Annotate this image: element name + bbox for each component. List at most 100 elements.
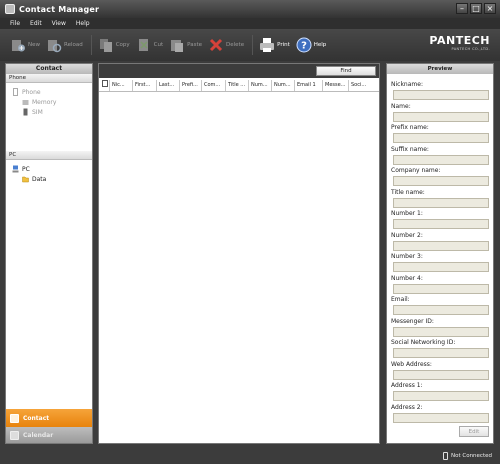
- close-icon[interactable]: ×: [484, 3, 496, 14]
- copy-icon: [99, 39, 112, 52]
- column-header-nickname[interactable]: Nic...: [110, 79, 133, 91]
- contact-nav-button[interactable]: Contact: [6, 409, 92, 427]
- title-bar: Contact Manager – □ ×: [0, 0, 500, 18]
- company-name-field: [393, 176, 489, 186]
- contact-table-header: Nic... First... Last... Prefi... Com... …: [99, 79, 379, 92]
- column-header-social[interactable]: Soci...: [349, 80, 374, 91]
- preview-field-social: Social Networking ID:: [391, 338, 489, 360]
- reload-button[interactable]: Reload: [46, 34, 83, 56]
- paste-button[interactable]: Paste: [169, 34, 202, 56]
- brand-logo: PANTECH PANTECH CO.,LTD.: [429, 34, 490, 51]
- maximize-icon[interactable]: □: [470, 3, 482, 14]
- preview-field-company: Company name:: [391, 166, 489, 188]
- brand-subtitle: PANTECH CO.,LTD.: [451, 47, 490, 51]
- contact-book-icon: [10, 413, 19, 423]
- number-4-field: [393, 283, 489, 294]
- toolbar: New Reload Copy Cut Paste Delete Print ?…: [0, 29, 500, 61]
- number-2-field: [393, 240, 489, 251]
- app-icon: [5, 4, 15, 14]
- computer-icon: [12, 165, 19, 173]
- preview-field-number-4: Number 4:: [391, 274, 489, 296]
- column-header-number-2[interactable]: Num...: [272, 79, 295, 91]
- paste-icon: [171, 40, 184, 52]
- window-title: Contact Manager: [19, 4, 100, 14]
- tree-item-memory[interactable]: Memory: [12, 97, 92, 107]
- preview-field-address-1: Address 1:: [391, 381, 489, 403]
- column-header-number-1[interactable]: Num...: [249, 79, 272, 91]
- cut-icon: [138, 39, 148, 51]
- preview-field-address-2: Address 2:: [391, 403, 489, 425]
- preview-field-nickname: Nickname:: [391, 80, 489, 102]
- preview-fields: Nickname: Name: Prefix name: Suffix name…: [387, 74, 493, 424]
- phone-tree: Phone Memory SIM: [6, 83, 92, 151]
- column-header-prefix[interactable]: Prefi...: [180, 79, 202, 91]
- email-field: [393, 305, 489, 315]
- menu-help[interactable]: Help: [76, 20, 90, 27]
- help-icon: ?: [296, 37, 312, 53]
- minimize-icon[interactable]: –: [456, 3, 468, 14]
- calendar-icon: [10, 430, 19, 440]
- print-button[interactable]: Print: [259, 34, 290, 56]
- connection-status: Not Connected: [442, 452, 492, 460]
- help-button[interactable]: ? Help: [296, 34, 326, 56]
- name-field: [393, 111, 489, 122]
- preview-field-prefix: Prefix name:: [391, 123, 489, 145]
- toolbar-separator: [90, 35, 92, 55]
- preview-field-name: Name:: [391, 102, 489, 124]
- memory-icon: [22, 100, 29, 105]
- column-header-email-1[interactable]: Email 1: [295, 79, 323, 91]
- messenger-id-field: [393, 326, 489, 337]
- menu-file[interactable]: File: [10, 20, 20, 27]
- menu-view[interactable]: View: [52, 20, 66, 27]
- delete-button[interactable]: Delete: [208, 34, 244, 56]
- phone-connection-icon: [442, 452, 448, 460]
- svg-text:?: ?: [301, 41, 307, 52]
- new-button[interactable]: New: [10, 34, 40, 56]
- edit-button[interactable]: Edit: [459, 426, 489, 437]
- tree-item-data[interactable]: Data: [12, 174, 92, 184]
- cut-button[interactable]: Cut: [136, 34, 163, 56]
- document-icon: [102, 79, 108, 87]
- column-header-last-name[interactable]: Last...: [157, 79, 180, 91]
- tree-item-phone[interactable]: Phone: [12, 87, 92, 97]
- find-bar: Find: [99, 64, 379, 78]
- preview-field-title: Title name:: [391, 188, 489, 210]
- menu-bar: File Edit View Help: [0, 18, 500, 29]
- preview-field-number-2: Number 2:: [391, 231, 489, 253]
- sim-card-icon: [23, 108, 28, 116]
- contact-table-body[interactable]: [99, 92, 379, 432]
- phone-icon: [13, 88, 18, 96]
- address-2-field: [393, 412, 489, 423]
- column-header-messenger[interactable]: Messe...: [323, 79, 349, 91]
- column-header-company[interactable]: Com...: [202, 79, 226, 91]
- reload-icon: [48, 40, 62, 53]
- pc-tree: PC Data: [6, 160, 92, 184]
- contact-list-panel: Find Nic... First... Last... Prefi... Co…: [98, 63, 380, 444]
- prefix-name-field: [393, 133, 489, 143]
- select-column-header[interactable]: [101, 79, 110, 91]
- column-header-first-name[interactable]: First...: [133, 79, 157, 91]
- calendar-nav-button[interactable]: Calendar: [6, 427, 92, 443]
- preview-field-web: Web Address:: [391, 360, 489, 382]
- phone-section-header: Phone: [6, 74, 92, 83]
- toolbar-separator: [252, 35, 254, 55]
- preview-field-email: Email:: [391, 295, 489, 317]
- preview-header: Preview: [387, 64, 493, 74]
- delete-icon: [209, 38, 223, 52]
- column-header-title[interactable]: Title ...: [226, 79, 249, 91]
- copy-button[interactable]: Copy: [98, 34, 130, 56]
- nickname-field: [393, 90, 489, 100]
- preview-panel: Preview Nickname: Name: Prefix name: Suf…: [386, 63, 494, 444]
- brand-name: PANTECH: [429, 34, 490, 47]
- menu-edit[interactable]: Edit: [30, 20, 42, 27]
- title-name-field: [393, 197, 489, 208]
- left-nav: Contact Calendar: [6, 409, 92, 443]
- folder-icon: [22, 176, 29, 183]
- find-button[interactable]: Find: [316, 66, 376, 76]
- preview-field-messenger: Messenger ID:: [391, 317, 489, 339]
- tree-item-sim[interactable]: SIM: [12, 107, 92, 117]
- status-bar: Not Connected: [0, 448, 500, 464]
- tree-item-pc[interactable]: PC: [12, 164, 92, 174]
- suffix-name-field: [393, 154, 489, 165]
- preview-field-suffix: Suffix name:: [391, 145, 489, 167]
